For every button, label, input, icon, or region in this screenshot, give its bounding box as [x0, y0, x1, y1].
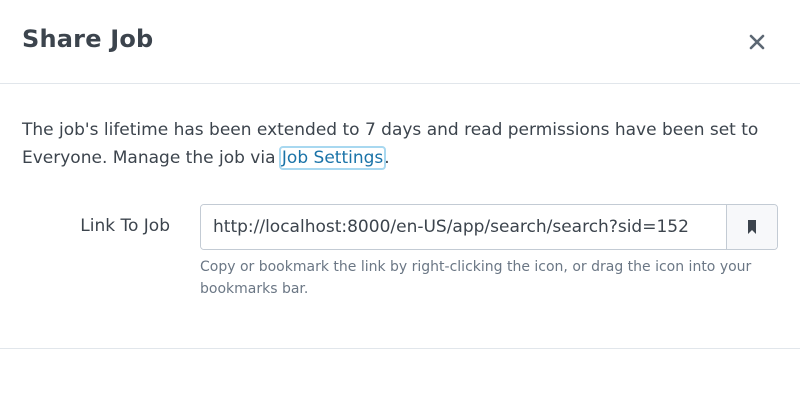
dialog-header: Share Job — [0, 0, 800, 84]
bookmark-button[interactable] — [726, 205, 777, 249]
bookmark-icon — [748, 220, 756, 234]
job-settings-link[interactable]: Job Settings — [278, 146, 387, 170]
dialog-footer — [0, 348, 800, 404]
share-job-dialog: Share Job The job's lifetime has been ex… — [0, 0, 800, 404]
close-icon — [749, 34, 765, 50]
job-message: The job's lifetime has been extended to … — [22, 116, 782, 172]
link-to-job-control — [200, 204, 778, 250]
close-button[interactable] — [742, 27, 772, 57]
link-help-text: Copy or bookmark the link by right-click… — [200, 259, 752, 297]
dialog-title: Share Job — [22, 25, 154, 53]
link-to-job-label: Link To Job — [80, 216, 170, 236]
dialog-body: The job's lifetime has been extended to … — [0, 84, 800, 348]
link-to-job-input[interactable] — [201, 205, 726, 249]
message-text-end: . — [384, 148, 390, 168]
message-text: The job's lifetime has been extended to … — [22, 120, 759, 168]
